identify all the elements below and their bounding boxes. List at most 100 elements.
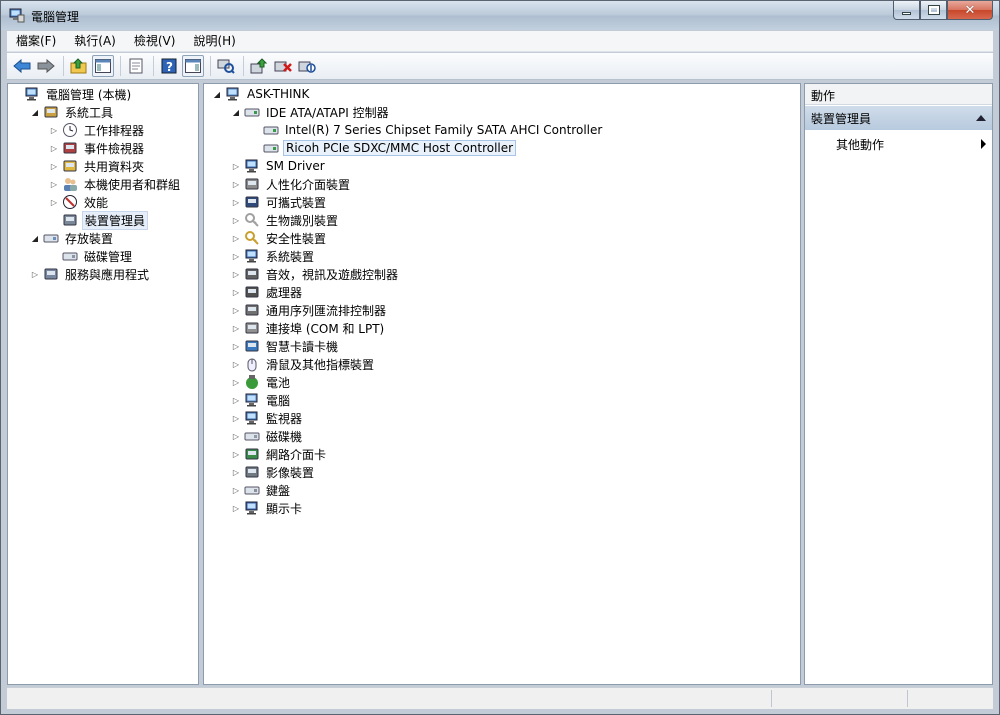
collapsed-arrow-icon[interactable]: ▷: [231, 215, 241, 225]
collapsed-arrow-icon[interactable]: ▷: [231, 431, 241, 441]
menu-view[interactable]: 檢視(V): [125, 31, 185, 52]
device-tree-item[interactable]: ▷ 通用序列匯流排控制器: [231, 301, 388, 319]
expanded-arrow-icon[interactable]: ◢: [212, 89, 222, 99]
minimize-icon: [902, 11, 911, 15]
device-tree-item[interactable]: ▷ SM Driver: [231, 157, 327, 175]
device-tree-item[interactable]: ▷ 磁碟機: [231, 427, 304, 445]
collapsed-arrow-icon[interactable]: ▷: [49, 197, 59, 207]
smartcard-icon: [245, 340, 259, 352]
device-tree-item[interactable]: ▷ 智慧卡讀卡機: [231, 337, 340, 355]
collapsed-arrow-icon[interactable]: ▷: [231, 233, 241, 243]
device-tree-item[interactable]: ▷ 鍵盤: [231, 481, 292, 499]
expanded-arrow-icon[interactable]: ◢: [30, 107, 40, 117]
device-tree-item[interactable]: ▷ 安全性裝置: [231, 229, 328, 247]
title-bar[interactable]: 電腦管理 ✕: [1, 1, 999, 30]
forward-button[interactable]: [35, 55, 57, 77]
collapsed-arrow-icon[interactable]: ▷: [231, 269, 241, 279]
menu-action[interactable]: 執行(A): [65, 31, 125, 52]
collapsed-arrow-icon[interactable]: ▷: [231, 341, 241, 351]
device-tree-item[interactable]: ▷ 滑鼠及其他指標裝置: [231, 355, 376, 373]
scan-hardware-button[interactable]: [215, 55, 237, 77]
close-button[interactable]: ✕: [947, 1, 993, 20]
actions-section-device-manager[interactable]: 裝置管理員: [805, 106, 992, 130]
tree-item-label: ASK-THINK: [247, 87, 310, 101]
collapsed-arrow-icon[interactable]: ▷: [49, 125, 59, 135]
console-tree-item[interactable]: 電腦管理 (本機): [11, 85, 133, 103]
collapsed-arrow-icon[interactable]: ▷: [231, 467, 241, 477]
console-tree-item[interactable]: ▷ 工作排程器: [49, 121, 146, 139]
collapsed-arrow-icon[interactable]: ▷: [231, 197, 241, 207]
collapsed-arrow-icon[interactable]: ▷: [30, 269, 40, 279]
console-tree-item[interactable]: ◢ 存放裝置: [30, 229, 115, 247]
network-adapter-icon: [245, 448, 259, 460]
device-tree-item[interactable]: ▷ 電池: [231, 373, 292, 391]
collapsed-arrow-icon[interactable]: ▷: [231, 161, 241, 171]
collapsed-arrow-icon[interactable]: ▷: [231, 503, 241, 513]
console-tree-item[interactable]: 磁碟管理: [49, 247, 134, 265]
device-tree-item[interactable]: ▷ 監視器: [231, 409, 304, 427]
collapsed-arrow-icon[interactable]: ▷: [231, 251, 241, 261]
collapsed-arrow-icon[interactable]: ▷: [231, 485, 241, 495]
minimize-button[interactable]: [893, 1, 920, 20]
device-tree-item[interactable]: ▷ 系統裝置: [231, 247, 316, 265]
collapsed-arrow-icon[interactable]: ▷: [49, 143, 59, 153]
device-tree-item[interactable]: Ricoh PCIe SDXC/MMC Host Controller: [250, 139, 517, 157]
help-button[interactable]: ?: [158, 55, 180, 77]
port-icon: [245, 322, 259, 334]
export-list-button[interactable]: [125, 55, 147, 77]
console-tree-item[interactable]: ▷ 效能: [49, 193, 110, 211]
collapsed-arrow-icon[interactable]: ▷: [231, 359, 241, 369]
collapsed-arrow-icon[interactable]: ▷: [231, 179, 241, 189]
collapsed-arrow-icon[interactable]: ▷: [49, 161, 59, 171]
device-tree-item[interactable]: ▷ 顯示卡: [231, 499, 304, 517]
device-tree-item[interactable]: ▷ 生物識別裝置: [231, 211, 340, 229]
performance-icon: [63, 195, 77, 209]
up-folder-button[interactable]: [68, 55, 90, 77]
console-tree-item[interactable]: ▷ 本機使用者和群組: [49, 175, 182, 193]
device-tree-item[interactable]: ▷ 影像裝置: [231, 463, 316, 481]
expanded-arrow-icon[interactable]: ◢: [30, 233, 40, 243]
device-tree-item[interactable]: ▷ 連接埠 (COM 和 LPT): [231, 319, 386, 337]
device-tree-item[interactable]: ▷ 人性化介面裝置: [231, 175, 352, 193]
console-tree-item[interactable]: ◢ 系統工具: [30, 103, 115, 121]
device-tree-item[interactable]: ▷ 網路介面卡: [231, 445, 328, 463]
display-adapter-icon: [245, 501, 258, 515]
collapsed-arrow-icon[interactable]: ▷: [231, 305, 241, 315]
device-tree-item[interactable]: ◢ ASK-THINK: [212, 85, 311, 103]
collapsed-arrow-icon[interactable]: ▷: [231, 377, 241, 387]
device-tree-item[interactable]: ▷ 音效，視訊及遊戲控制器: [231, 265, 400, 283]
device-tree-item[interactable]: ▷ 處理器: [231, 283, 304, 301]
expanded-arrow-icon[interactable]: ◢: [231, 107, 241, 117]
maximize-button[interactable]: [920, 1, 947, 20]
console-tree-item[interactable]: ▷ 事件檢視器: [49, 139, 146, 157]
console-tree-item[interactable]: ▷ 服務與應用程式: [30, 265, 151, 283]
collapsed-arrow-icon[interactable]: ▷: [231, 395, 241, 405]
device-tree-item[interactable]: ◢ IDE ATA/ATAPI 控制器: [231, 103, 391, 121]
collapsed-arrow-icon[interactable]: ▷: [231, 449, 241, 459]
console-tree-item[interactable]: 裝置管理員: [49, 210, 149, 230]
menu-help[interactable]: 說明(H): [184, 31, 244, 52]
system-tools-icon: [44, 106, 58, 118]
update-driver-button[interactable]: [248, 55, 270, 77]
console-tree-item[interactable]: ▷ 共用資料夾: [49, 157, 146, 175]
collapsed-arrow-icon[interactable]: ▷: [231, 287, 241, 297]
collapsed-arrow-icon[interactable]: ▷: [49, 179, 59, 189]
users-icon: [64, 178, 77, 191]
device-tree-item[interactable]: ▷ 可攜式裝置: [231, 193, 328, 211]
ide-controller-icon: [263, 126, 279, 135]
back-button[interactable]: [11, 55, 33, 77]
uninstall-device-button[interactable]: [272, 55, 294, 77]
biometric-icon: [245, 213, 259, 227]
forward-icon: [37, 59, 55, 73]
more-actions-item[interactable]: 其他動作: [805, 134, 992, 154]
export-list-icon: [129, 58, 143, 74]
disable-device-button[interactable]: [296, 55, 318, 77]
collapsed-arrow-icon[interactable]: ▷: [231, 323, 241, 333]
show-hide-action-pane-button[interactable]: [182, 55, 204, 77]
device-tree-item[interactable]: Intel(R) 7 Series Chipset Family SATA AH…: [250, 121, 604, 139]
show-hide-console-tree-button[interactable]: [92, 55, 114, 77]
actions-header: 動作: [805, 84, 992, 105]
device-tree-item[interactable]: ▷ 電腦: [231, 391, 292, 409]
menu-file[interactable]: 檔案(F): [7, 31, 65, 52]
collapsed-arrow-icon[interactable]: ▷: [231, 413, 241, 423]
